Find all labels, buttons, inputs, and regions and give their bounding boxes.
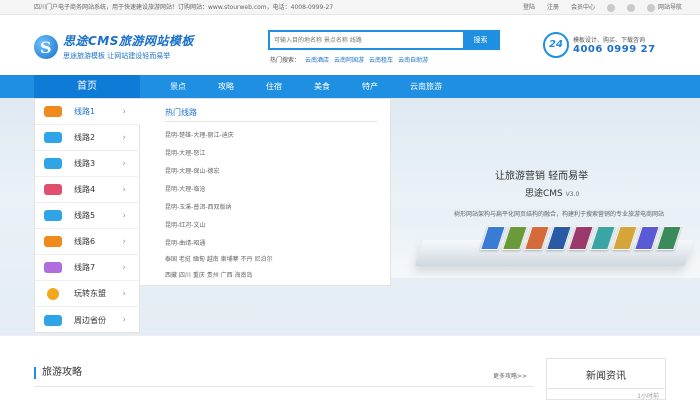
site-nav-link[interactable]: 网站导航 <box>646 0 682 15</box>
route-link[interactable]: 泰国 老挝 缅甸 越南 柬埔寨 不丹 尼泊尔 <box>165 254 272 263</box>
member-center-link[interactable]: 会员中心 <box>571 0 595 15</box>
chevron-right-icon: › <box>122 132 126 143</box>
category-menu: 线路1 › 线路2 › 线路3 › 线路4 › 线路5 › 线路6 › 线路7 … <box>34 98 140 333</box>
chevron-right-icon: › <box>122 210 126 221</box>
menu-item[interactable]: 线路4 › <box>35 177 140 203</box>
banner-illustration <box>410 220 699 280</box>
menu-item[interactable]: 线路1 › <box>35 99 140 125</box>
route-link[interactable]: 昆明-大理-保山-德宏 <box>165 166 220 175</box>
bus-icon <box>44 158 62 169</box>
qq-icon[interactable] <box>626 3 635 12</box>
weibo-icon[interactable] <box>606 3 615 12</box>
nav-item[interactable]: 景点 <box>170 75 186 98</box>
top-notice: 四川门户电子商务网站系统，用于快速建设旅游网站！订购网站：www.stourwe… <box>34 4 334 11</box>
phone-label: 模板设计、购买、下载咨询 <box>573 37 646 44</box>
phone-block: 24 模板设计、购买、下载咨询 4006 0999 27 <box>543 32 656 58</box>
nav-item[interactable]: 攻略 <box>218 75 234 98</box>
banner-slogan: 让旅游营销 轻而易举 <box>495 171 589 182</box>
logo-title: 思途CMS旅游网站模板 <box>63 34 194 48</box>
chevron-right-icon: › <box>122 236 126 247</box>
ship-icon <box>44 210 62 221</box>
chevron-right-icon: › <box>122 315 126 325</box>
route-link[interactable]: 昆明-楚雄-大理-丽江-迪庆 <box>165 130 234 139</box>
login-link[interactable]: 登陆 <box>523 0 535 15</box>
banner-brand: 思途CMS V3.0 <box>525 189 580 199</box>
hot-search-item[interactable]: 云南租车 <box>369 55 393 64</box>
nav-item[interactable]: 住宿 <box>266 75 282 98</box>
header: 思途CMS旅游网站模板 思途旅游模板 让网站建设轻而易举 搜索 热门搜索： 云南… <box>0 15 700 75</box>
hot-search-item[interactable]: 云南阿国游 <box>334 55 364 64</box>
menu-item[interactable]: 周边省份 › <box>35 307 140 333</box>
route-link[interactable]: 昆明-红河-文山 <box>165 220 205 229</box>
menu-item[interactable]: 线路3 › <box>35 151 140 177</box>
hot-search-item[interactable]: 云南酒店 <box>305 55 329 64</box>
route-link[interactable]: 昆明-大理-临沧 <box>165 184 205 193</box>
route-submenu: 热门线路 昆明-楚雄-大理-丽江-迪庆 昆明-大理-怒江 昆明-大理-保山-德宏… <box>140 98 391 286</box>
nav-item[interactable]: 美食 <box>314 75 330 98</box>
banner-desc: 树形网站架构与扁平化网页结构的融合，构建利于搜索营销的专业旅游电商网站 <box>454 211 665 218</box>
plane-icon <box>44 262 62 273</box>
news-box: 新闻资讯 1小时前 <box>546 358 666 400</box>
top-bar: 四川门户电子商务网站系统，用于快速建设旅游网站！订购网站：www.stourwe… <box>0 0 700 15</box>
24h-icon: 24 <box>543 32 569 58</box>
news-title: 新闻资讯 <box>547 359 665 389</box>
chevron-right-icon: › <box>122 262 126 273</box>
menu-item[interactable]: 线路6 › <box>35 229 140 255</box>
motorbike-icon <box>44 236 62 247</box>
search-box: 搜索 <box>268 30 500 50</box>
hot-search-item[interactable]: 云南自助游 <box>398 55 428 64</box>
news-time: 1小时前 <box>637 393 659 400</box>
menu-item[interactable]: 线路5 › <box>35 203 140 229</box>
car-icon <box>44 314 62 326</box>
nav-item[interactable]: 云南旅游 <box>410 75 442 98</box>
route-link[interactable]: 昆明-曲靖-昭通 <box>165 238 205 247</box>
more-link[interactable]: 更多攻略>> <box>493 371 527 380</box>
hot-search-label: 热门搜索： <box>270 57 301 64</box>
site-logo[interactable]: 思途CMS旅游网站模板 思途旅游模板 让网站建设轻而易举 <box>34 32 194 61</box>
register-link[interactable]: 注册 <box>547 0 559 15</box>
main-nav: 首页 景点 攻略 住宿 美食 特产 云南旅游 <box>0 75 700 98</box>
submenu-title: 热门线路 <box>165 108 197 117</box>
bus-icon <box>44 106 62 117</box>
chevron-right-icon: › <box>122 106 126 117</box>
balloon-icon <box>47 287 59 300</box>
nav-item[interactable]: 特产 <box>362 75 378 98</box>
route-link[interactable]: 昆明-大理-怒江 <box>165 148 205 157</box>
menu-item[interactable]: 线路7 › <box>35 255 140 281</box>
menu-item[interactable]: 玩转东盟 › <box>35 281 140 307</box>
logo-subtitle: 思途旅游模板 让网站建设轻而易举 <box>63 52 171 60</box>
chevron-right-icon: › <box>122 184 126 195</box>
nav-icon <box>646 3 655 12</box>
search-input[interactable] <box>270 32 467 48</box>
ship-icon <box>44 184 62 195</box>
chevron-right-icon: › <box>122 158 126 169</box>
search-button[interactable]: 搜索 <box>463 32 498 48</box>
car-icon <box>44 132 62 143</box>
logo-mark-icon <box>34 34 58 59</box>
route-link[interactable]: 昆明-玉溪-普洱-西双版纳 <box>165 202 232 211</box>
phone-number: 4006 0999 27 <box>573 44 656 55</box>
section-title: 旅游攻略 <box>34 367 82 379</box>
menu-item[interactable]: 线路2 › <box>35 125 140 151</box>
hot-search: 热门搜索： 云南酒店 云南阿国游 云南租车 云南自助游 <box>270 55 428 64</box>
route-link[interactable]: 西藏 四川 重庆 贵州 广西 海南岛 <box>165 270 253 279</box>
chevron-right-icon: › <box>122 288 126 299</box>
nav-home[interactable]: 首页 <box>34 75 140 98</box>
